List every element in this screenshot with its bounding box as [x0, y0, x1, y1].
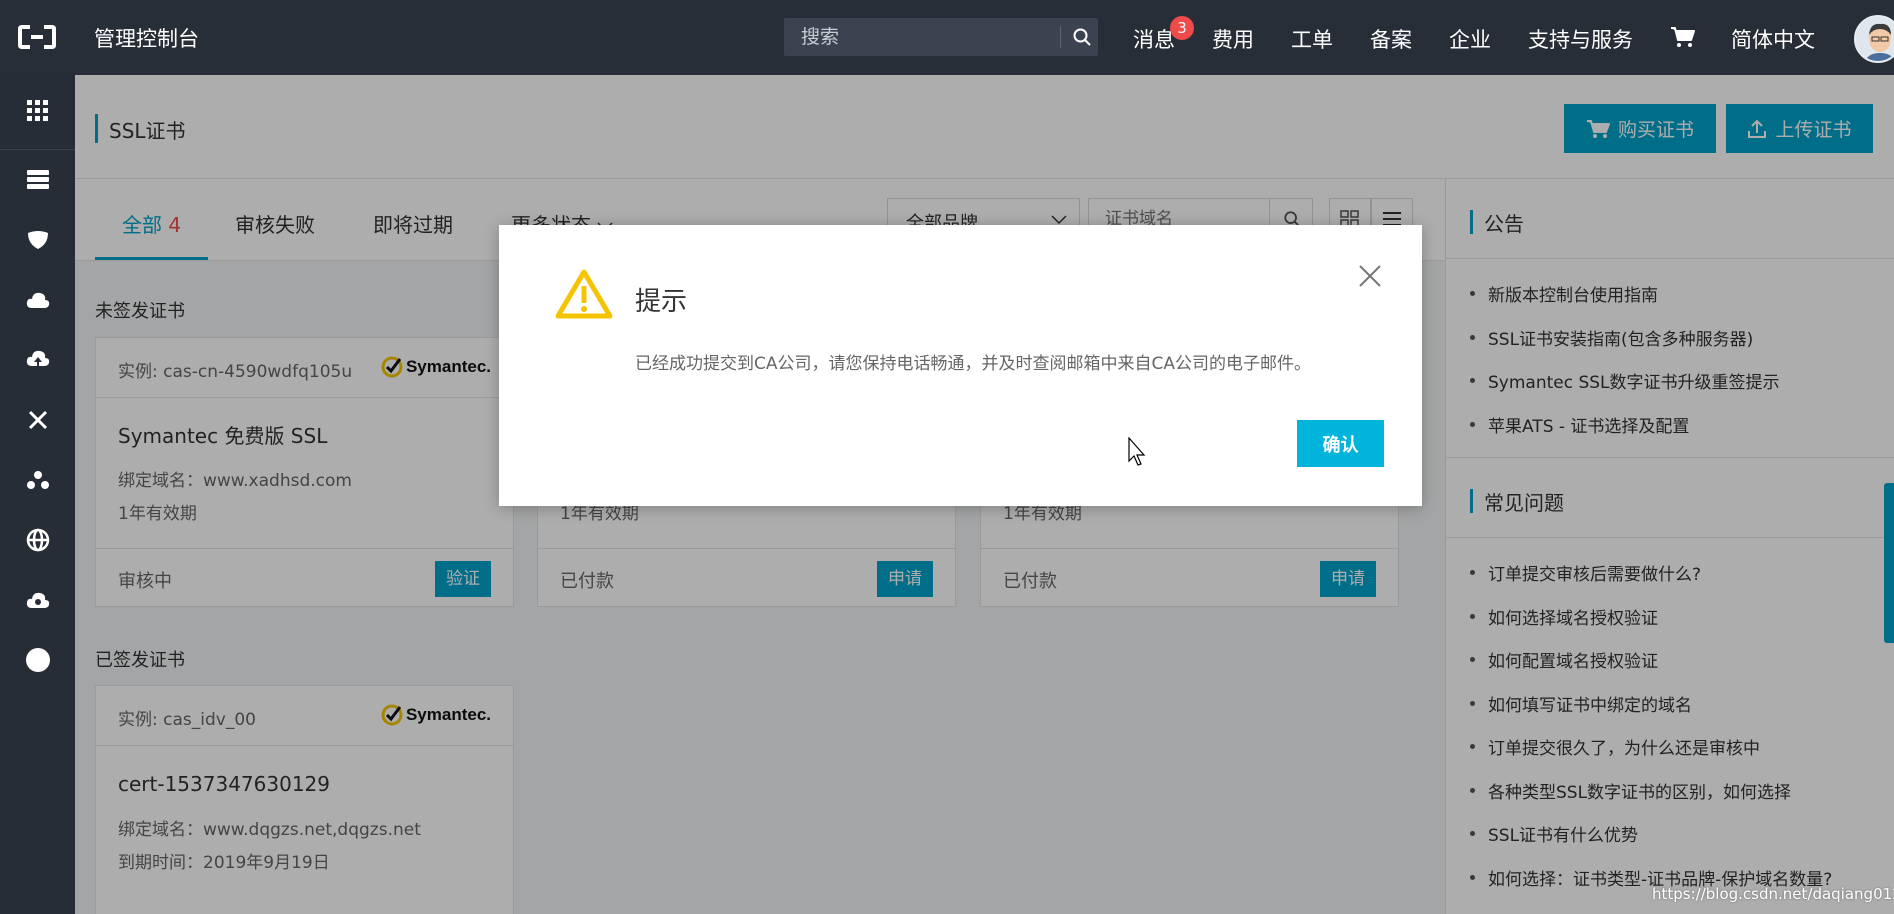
notice-dialog: 提示 已经成功提交到CA公司，请您保持电话畅通，并及时查阅邮箱中来自CA公司的电… — [499, 225, 1422, 506]
nav-tickets[interactable]: 工单 — [1291, 24, 1333, 54]
search-divider — [1060, 26, 1061, 48]
sidebar-monitor[interactable] — [0, 580, 75, 620]
shield-icon — [27, 231, 48, 249]
left-sidebar — [0, 75, 75, 914]
search-input[interactable] — [784, 18, 1060, 56]
network-icon — [28, 410, 47, 430]
nav-support[interactable]: 支持与服务 — [1528, 24, 1633, 54]
grid-icon — [26, 100, 48, 121]
user-avatar[interactable] — [1854, 15, 1894, 63]
warning-icon — [555, 269, 613, 319]
search-icon — [1073, 28, 1091, 46]
watermark: https://blog.csdn.net/daqiang012 — [1652, 885, 1894, 903]
aliyun-logo-icon[interactable] — [18, 24, 56, 50]
dialog-message: 已经成功提交到CA公司，请您保持电话畅通，并及时查阅邮箱中来自CA公司的电子邮件… — [635, 354, 1311, 374]
nav-enterprise[interactable]: 企业 — [1449, 24, 1491, 54]
cloud-upload-icon — [26, 350, 49, 368]
search-button[interactable] — [1066, 18, 1098, 56]
sidebar-more[interactable] — [0, 640, 75, 680]
mouse-pointer-icon — [1128, 437, 1146, 466]
sidebar-network[interactable] — [0, 400, 75, 440]
sidebar-cloud[interactable] — [0, 280, 75, 320]
sidebar-cdn[interactable] — [0, 340, 75, 380]
server-icon — [26, 170, 49, 189]
app-title[interactable]: 管理控制台 — [94, 23, 199, 53]
nav-language[interactable]: 简体中文 — [1731, 24, 1815, 54]
cluster-icon — [26, 471, 49, 489]
top-bar: 管理控制台 消息 3 费用 工单 备案 企业 支持与服务 简体中文 — [0, 0, 1894, 75]
nav-billing[interactable]: 费用 — [1212, 24, 1254, 54]
sidebar-security[interactable] — [0, 220, 75, 260]
circle-icon — [25, 648, 50, 672]
sidebar-ecs[interactable] — [0, 160, 75, 200]
sidebar-global[interactable] — [0, 520, 75, 560]
sidebar-divider — [0, 149, 75, 150]
cart-icon[interactable] — [1670, 26, 1696, 48]
sidebar-products[interactable] — [0, 91, 75, 131]
nav-messages[interactable]: 消息 — [1133, 24, 1175, 54]
nav-icp[interactable]: 备案 — [1370, 24, 1412, 54]
dialog-title: 提示 — [635, 287, 688, 317]
sidebar-cluster[interactable] — [0, 460, 75, 500]
cloud-icon — [26, 292, 49, 308]
avatar-face-icon — [1856, 17, 1894, 61]
close-icon[interactable] — [1357, 263, 1383, 289]
messages-badge: 3 — [1170, 16, 1194, 40]
confirm-button[interactable]: 确认 — [1297, 420, 1384, 467]
cloud-monitor-icon — [26, 592, 49, 608]
globe-icon — [26, 528, 49, 552]
global-search — [784, 18, 1098, 56]
